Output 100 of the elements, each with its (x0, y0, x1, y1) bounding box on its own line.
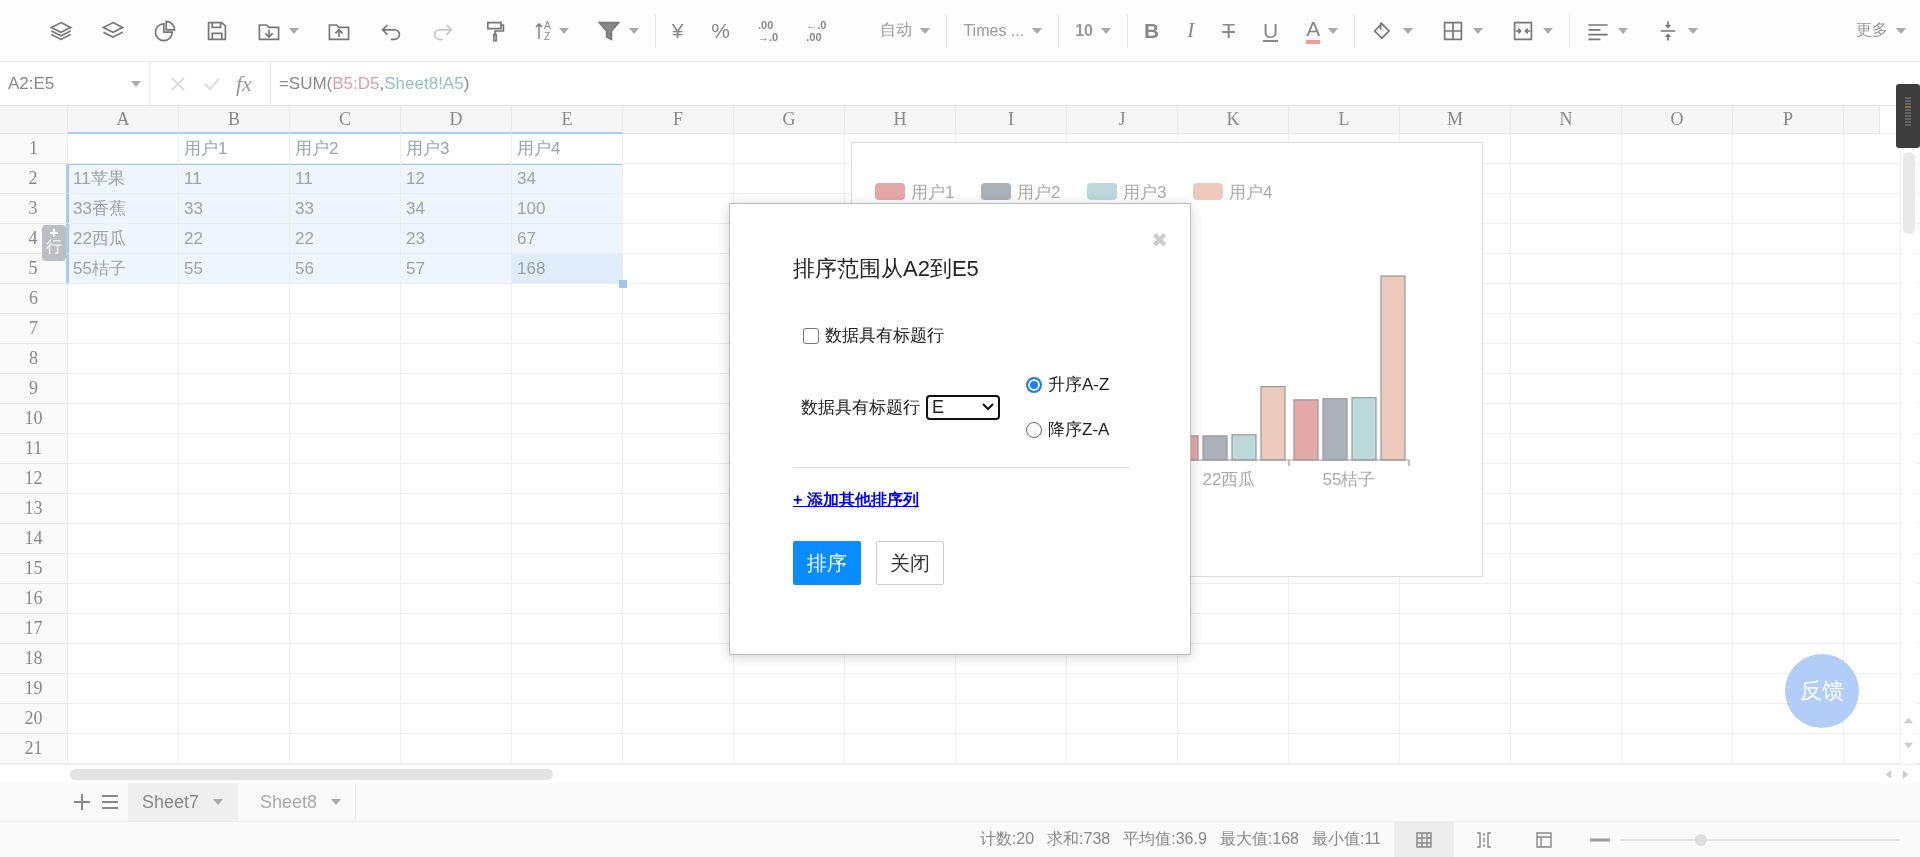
side-handle[interactable] (1896, 84, 1920, 148)
column-header[interactable]: F (623, 106, 734, 134)
sheet-tab[interactable]: Sheet7 (128, 783, 239, 821)
column-header[interactable]: H (845, 106, 956, 134)
column-header[interactable]: I (956, 106, 1067, 134)
radio-button[interactable] (1026, 376, 1042, 393)
chevron-down-icon[interactable] (982, 403, 994, 411)
legend-label[interactable]: 用户2 (1017, 183, 1061, 202)
row-header[interactable]: 13 (0, 494, 68, 524)
caret-icon[interactable] (1032, 27, 1043, 34)
font-color-button[interactable]: A (1306, 17, 1321, 44)
caret-icon[interactable] (628, 27, 639, 34)
caret-icon[interactable] (1473, 27, 1484, 34)
strikethrough-button[interactable]: T (1222, 18, 1235, 43)
pie-chart-icon[interactable] (153, 18, 177, 43)
formula-field[interactable]: =SUM(B5:D5,Sheet8!A5) (270, 73, 470, 94)
scroll-up-icon[interactable] (1904, 716, 1913, 725)
currency-button[interactable]: ¥ (671, 18, 684, 43)
underline-button[interactable]: U (1262, 18, 1279, 43)
caret-icon[interactable] (213, 799, 224, 805)
zoom-out-icon[interactable] (1590, 837, 1610, 842)
column-header[interactable]: D (401, 106, 512, 134)
italic-button[interactable]: I (1187, 18, 1195, 43)
caret-icon[interactable] (1688, 27, 1699, 34)
legend-swatch[interactable] (1193, 183, 1223, 200)
font-size-dropdown[interactable]: 10 (1075, 21, 1093, 40)
legend-swatch[interactable] (875, 183, 905, 200)
row-header[interactable]: 15 (0, 554, 68, 584)
column-header[interactable]: N (1511, 106, 1622, 134)
legend-swatch[interactable] (981, 183, 1011, 200)
menu-icon[interactable] (100, 792, 120, 812)
name-box[interactable]: A2:E5 (0, 61, 150, 106)
legend-label[interactable]: 用户3 (1123, 183, 1167, 202)
column-header[interactable]: C (290, 106, 401, 134)
decrease-decimal-button[interactable]: ←.0 .00 (806, 18, 827, 43)
column-header[interactable]: L (1289, 106, 1400, 134)
legend-swatch[interactable] (1087, 183, 1117, 200)
row-header[interactable]: 5 (0, 254, 68, 284)
column-header[interactable]: P (1733, 106, 1844, 134)
add-sort-column-link[interactable]: + 添加其他排序列 (793, 490, 919, 511)
row-header[interactable]: 9 (0, 374, 68, 404)
caret-icon[interactable] (1896, 27, 1906, 34)
caret-icon[interactable] (1618, 27, 1629, 34)
row-header[interactable]: 19 (0, 674, 68, 704)
row-header[interactable]: 14 (0, 524, 68, 554)
row-header[interactable]: 18 (0, 644, 68, 674)
row-header[interactable]: 11 (0, 434, 68, 464)
row-header[interactable]: 2 (0, 164, 68, 194)
row-header[interactable]: 21 (0, 734, 68, 764)
row-header[interactable]: 16 (0, 584, 68, 614)
scroll-right-icon[interactable] (1901, 769, 1910, 779)
fill-handle[interactable] (619, 280, 627, 288)
scrollbar-thumb[interactable] (70, 768, 553, 780)
column-header[interactable]: B (179, 106, 290, 134)
row-header[interactable]: 3 (0, 194, 68, 224)
increase-decimal-button[interactable]: .00 →.0 (758, 18, 779, 43)
column-select[interactable]: E (926, 394, 1000, 420)
row-header[interactable]: 7 (0, 314, 68, 344)
function-button[interactable]: fx (236, 70, 252, 97)
column-header[interactable] (1844, 106, 1880, 134)
number-format-dropdown[interactable]: 自动 (880, 20, 913, 41)
checkbox[interactable] (803, 327, 819, 344)
caret-icon[interactable] (558, 27, 569, 34)
select-all-corner[interactable] (0, 106, 68, 134)
caret-icon[interactable] (1543, 27, 1554, 34)
caret-icon[interactable] (920, 27, 931, 34)
scroll-left-icon[interactable] (1884, 769, 1893, 779)
insert-row-tooltip[interactable]: 行 (42, 225, 66, 261)
column-header[interactable]: O (1622, 106, 1733, 134)
caret-icon[interactable] (1100, 27, 1111, 34)
caret-icon[interactable] (331, 799, 342, 805)
row-header[interactable]: 17 (0, 614, 68, 644)
column-header[interactable]: A (68, 106, 179, 134)
checkbox-label[interactable]: 数据具有标题行 (825, 324, 944, 347)
column-header[interactable]: K (1178, 106, 1289, 134)
column-header[interactable]: J (1067, 106, 1178, 134)
caret-icon[interactable] (1403, 27, 1414, 34)
scroll-down-icon[interactable] (1904, 741, 1913, 750)
row-header[interactable]: 1 (0, 134, 68, 164)
row-header[interactable]: 20 (0, 704, 68, 734)
sort-button[interactable]: 排序 (793, 541, 861, 585)
row-header[interactable]: 12 (0, 464, 68, 494)
sheet-tab[interactable]: Sheet8 (246, 783, 357, 821)
more-button[interactable]: 更多 (1856, 20, 1888, 41)
bold-button[interactable]: B (1143, 18, 1160, 43)
legend-label[interactable]: 用户1 (911, 183, 955, 202)
font-dropdown[interactable]: Times ... (963, 21, 1025, 40)
column-header[interactable]: G (734, 106, 845, 134)
row-header[interactable]: 10 (0, 404, 68, 434)
legend-label[interactable]: 用户4 (1229, 183, 1273, 202)
row-header[interactable]: 8 (0, 344, 68, 374)
percent-button[interactable]: % (711, 18, 731, 43)
radio-label[interactable]: 降序Z-A (1048, 418, 1110, 441)
column-header[interactable]: E (512, 106, 623, 134)
close-dialog-button[interactable]: 关闭 (876, 541, 944, 585)
caret-icon[interactable] (1328, 27, 1339, 34)
normal-view-button[interactable] (1394, 822, 1454, 857)
add-sheet-icon[interactable] (72, 792, 92, 812)
column-header[interactable]: M (1400, 106, 1511, 134)
row-header[interactable]: 6 (0, 284, 68, 314)
